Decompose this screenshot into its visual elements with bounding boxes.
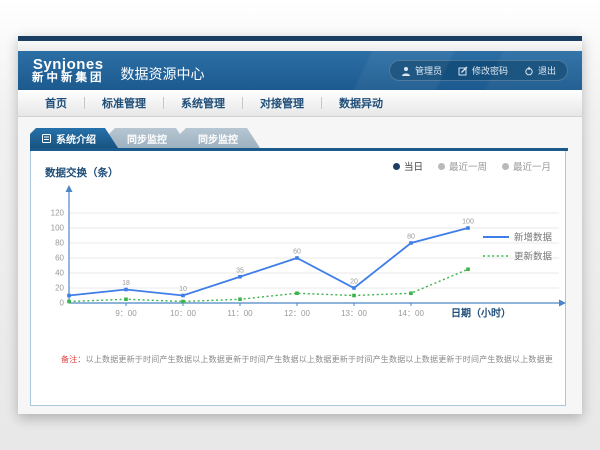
app-header: Synjones 新中新集团 数据资源中心 管理员 修改密码 <box>18 51 582 90</box>
tab-sync-monitor-1[interactable]: 同步监控 <box>109 128 189 148</box>
data-point <box>466 267 470 271</box>
data-point <box>181 300 185 304</box>
data-point <box>352 286 356 290</box>
tab-label: 系统介绍 <box>56 131 96 146</box>
y-tick-label: 60 <box>55 254 64 263</box>
filter-option-last-month[interactable]: 最近一月 <box>502 159 551 173</box>
footnote: 备注：以上数据更新于时间产生数据以上数据更新于时间产生数据以上数据更新于时间产生… <box>61 354 553 365</box>
power-icon <box>524 66 534 76</box>
nav-item-interface-mgmt[interactable]: 对接管理 <box>243 95 321 111</box>
tab-sync-monitor-2[interactable]: 同步监控 <box>180 128 260 148</box>
footnote-text: 以上数据更新于时间产生数据以上数据更新于时间产生数据以上数据更新于时间产生数据以… <box>86 355 553 364</box>
data-point <box>466 226 470 230</box>
user-menu: 管理员 修改密码 退出 <box>389 60 568 81</box>
data-point-label: 100 <box>462 219 474 226</box>
y-axis-arrow-icon <box>66 185 73 192</box>
tab-bar: 系统介绍 同步监控 同步监控 <box>18 117 582 148</box>
nav-item-system-mgmt[interactable]: 系统管理 <box>164 95 242 111</box>
filter-label: 当日 <box>404 159 423 173</box>
legend-label-1: 更新数据 <box>514 251 553 263</box>
data-point <box>409 241 413 245</box>
x-tick-label: 13：00 <box>341 309 367 318</box>
x-tick-label: 9：00 <box>115 309 137 318</box>
y-tick-label: 80 <box>55 239 64 248</box>
logo: Synjones 新中新集团 <box>32 57 105 85</box>
y-tick-label: 40 <box>55 269 64 278</box>
user-menu-change-password-label: 修改密码 <box>472 64 508 77</box>
y-tick-label: 20 <box>55 284 64 293</box>
nav-item-standard-mgmt[interactable]: 标准管理 <box>85 95 163 111</box>
user-menu-change-password[interactable]: 修改密码 <box>458 64 508 77</box>
filter-option-last-week[interactable]: 最近一周 <box>438 159 487 173</box>
x-tick-label: 12：00 <box>284 309 310 318</box>
x-axis-arrow-icon <box>559 300 566 307</box>
x-tick-label: 14：00 <box>398 309 424 318</box>
range-filters: 当日 最近一周 最近一月 <box>393 159 551 173</box>
data-point <box>67 300 71 304</box>
user-menu-admin[interactable]: 管理员 <box>401 64 442 77</box>
radio-dot-icon <box>502 163 509 170</box>
tab-label: 同步监控 <box>127 131 167 146</box>
filter-option-today[interactable]: 当日 <box>393 159 423 173</box>
user-menu-logout-label: 退出 <box>538 64 556 77</box>
data-point <box>181 294 185 298</box>
data-point-label: 60 <box>293 249 301 256</box>
user-icon <box>401 66 411 76</box>
tab-label: 同步监控 <box>198 131 238 146</box>
page-title: 数据资源中心 <box>121 64 205 84</box>
y-tick-label: 0 <box>60 299 65 308</box>
y-tick-label: 120 <box>51 209 65 218</box>
app-window: Synjones 新中新集团 数据资源中心 管理员 修改密码 <box>18 36 582 414</box>
chart-panel: 当日 最近一周 最近一月 数据交换（条） 0 20 40 60 80 100 120 9：00… <box>30 151 566 406</box>
nav-item-home[interactable]: 首页 <box>28 95 84 111</box>
user-menu-logout[interactable]: 退出 <box>524 64 556 77</box>
data-point-label: 35 <box>236 267 244 274</box>
chart-canvas: 0 20 40 60 80 100 120 9：00 10：00 11：00 12：00 13：00 1… <box>31 179 567 331</box>
data-point <box>124 297 128 301</box>
data-point-label: 10 <box>179 286 187 293</box>
logo-text-cn: 新中新集团 <box>32 72 105 84</box>
data-point-label: 18 <box>122 280 130 287</box>
main-nav: 首页 标准管理 系统管理 对接管理 数据异动 <box>18 90 582 117</box>
tab-system-intro[interactable]: 系统介绍 <box>30 128 118 148</box>
data-point <box>352 294 356 298</box>
window-gap-strip <box>18 41 582 51</box>
data-point-label: 20 <box>350 279 358 286</box>
filter-label: 最近一周 <box>449 159 487 173</box>
legend-label-0: 新增数据 <box>514 232 553 244</box>
data-point <box>238 275 242 279</box>
footnote-prefix: 备注： <box>61 355 86 364</box>
data-point <box>295 256 299 260</box>
data-point-label: 80 <box>407 234 415 241</box>
document-icon <box>42 134 51 143</box>
radio-dot-icon <box>393 163 400 170</box>
edit-icon <box>458 66 468 76</box>
chart-y-axis-title: 数据交换（条） <box>45 165 119 180</box>
data-point <box>67 294 71 298</box>
x-tick-label: 10：00 <box>170 309 196 318</box>
nav-item-data-change[interactable]: 数据异动 <box>322 95 400 111</box>
y-tick-label: 100 <box>51 224 65 233</box>
data-point <box>409 291 413 295</box>
user-menu-admin-label: 管理员 <box>415 64 442 77</box>
data-point <box>238 297 242 301</box>
logo-text-en: Synjones <box>32 57 105 73</box>
x-axis-title: 日期（小时） <box>451 307 511 320</box>
data-point <box>124 288 128 292</box>
filter-label: 最近一月 <box>513 159 551 173</box>
radio-dot-icon <box>438 163 445 170</box>
x-tick-label: 11：00 <box>227 309 253 318</box>
data-point <box>295 291 299 295</box>
content-area: 系统介绍 同步监控 同步监控 当日 最近一周 <box>18 117 582 414</box>
